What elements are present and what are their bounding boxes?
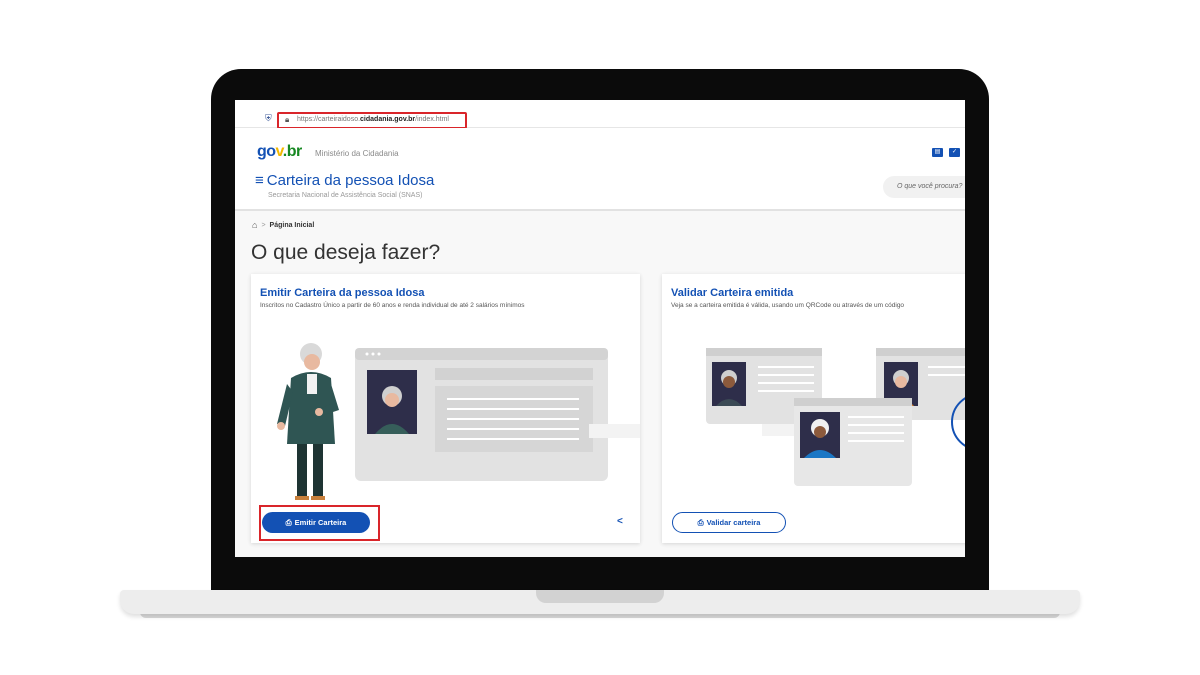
share-icon[interactable]: < <box>617 516 623 527</box>
header-icons: ▤ ✓ <box>932 148 960 157</box>
shield-icon: ⛨ <box>265 113 272 123</box>
url-domain: cidadania.gov.br <box>360 116 416 123</box>
breadcrumb-current: Página Inicial <box>269 221 315 229</box>
search-input[interactable]: O que você procura? <box>883 176 965 198</box>
elderly-woman-illustration <box>277 343 640 500</box>
home-icon[interactable]: ⌂ <box>252 220 257 230</box>
logo-v: v <box>275 143 284 160</box>
emitir-carteira-label: Emitir Carteira <box>294 518 347 527</box>
site-subtitle: Secretaria Nacional de Assistência Socia… <box>268 192 423 199</box>
laptop-notch <box>536 590 664 603</box>
validar-carteira-label: Validar carteira <box>706 518 761 527</box>
page-title: O que deseja fazer? <box>251 241 441 264</box>
breadcrumb-separator: > <box>261 221 266 229</box>
browser-address-bar: ⛨ 🔒︎ https://carteiraidoso.cidadania.gov… <box>235 100 965 129</box>
elderly-woman-figure <box>277 343 339 500</box>
site-title-text: Carteira da pessoa Idosa <box>266 172 435 189</box>
logo-br: .br <box>282 143 302 160</box>
id-card-icon[interactable]: ▤ <box>932 148 943 157</box>
card-emitir: Emitir Carteira da pessoa Idosa Inscrito… <box>251 274 640 543</box>
browser-screen: ⛨ 🔒︎ https://carteiraidoso.cidadania.gov… <box>235 100 965 557</box>
url-field[interactable]: 🔒︎ https://carteiraidoso.cidadania.gov.b… <box>277 112 467 129</box>
printer-icon: ⎙ <box>285 517 292 527</box>
logo-go: go <box>257 143 276 160</box>
breadcrumb: ⌂ > Página Inicial <box>252 220 314 230</box>
menu-icon[interactable]: ≡ <box>255 172 264 189</box>
card-mockup-illustration <box>355 348 640 481</box>
site-header: gov.br Ministério da Cidadania ▤ ✓ ≡ Cart… <box>235 128 965 211</box>
check-icon[interactable]: ✓ <box>949 148 960 157</box>
emitir-carteira-button[interactable]: ⎙ Emitir Carteira <box>262 512 370 533</box>
lock-icon: 🔒︎ <box>285 115 290 124</box>
printer-icon: ⎙ <box>697 517 704 527</box>
site-title: ≡ Carteira da pessoa Idosa <box>255 172 434 189</box>
validar-carteira-button[interactable]: ⎙ Validar carteira <box>672 512 786 533</box>
url-suffix: /index.html <box>415 116 449 123</box>
url-prefix: https://carteiraidoso. <box>297 116 361 123</box>
validation-illustration <box>706 348 965 486</box>
card-validar: Validar Carteira emitida Veja se a carte… <box>662 274 965 543</box>
govbr-logo[interactable]: gov.br <box>257 143 302 161</box>
ministry-name: Ministério da Cidadania <box>315 149 399 158</box>
